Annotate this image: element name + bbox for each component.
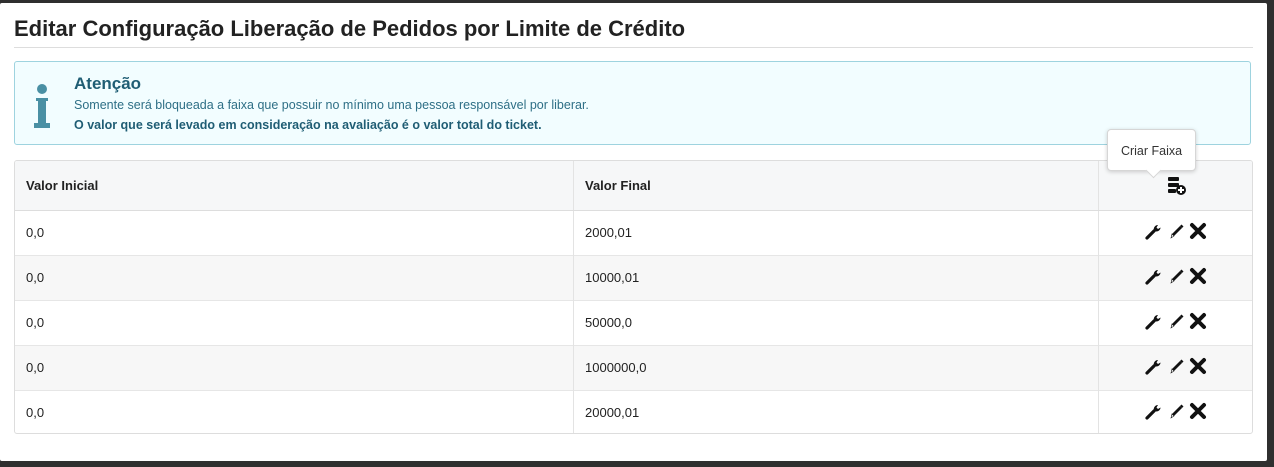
cell-valor-inicial: 0,0 [15,390,574,433]
wrench-icon[interactable] [1144,357,1163,375]
row-actions [1144,312,1207,330]
wrench-icon[interactable] [1144,222,1163,240]
cell-valor-final: 1000000,0 [573,345,1099,390]
cell-actions [1099,300,1253,345]
delete-x-icon[interactable] [1189,402,1207,420]
cell-valor-final: 20000,01 [573,390,1099,433]
info-icon [34,84,50,128]
info-alert: Atenção Somente será bloqueada a faixa q… [14,61,1251,145]
title-divider [14,47,1253,48]
row-actions [1144,267,1207,285]
header-valor-final: Valor Final [573,161,1099,211]
ranges-table: Valor Inicial Valor Final 0,0 2000,01 0,… [14,160,1253,434]
header-valor-inicial: Valor Inicial [15,161,574,211]
create-range-tooltip: Criar Faixa [1107,129,1196,171]
wrench-icon[interactable] [1144,267,1163,285]
cell-valor-inicial: 0,0 [15,345,574,390]
cell-valor-inicial: 0,0 [15,255,574,300]
cell-valor-final: 10000,01 [573,255,1099,300]
pencil-icon[interactable] [1167,267,1185,285]
row-actions [1144,402,1207,420]
table-row: 0,0 20000,01 [15,390,1253,433]
delete-x-icon[interactable] [1189,312,1207,330]
wrench-icon[interactable] [1144,402,1163,420]
alert-emphasis: O valor que será levado em consideração … [74,118,542,132]
page-title: Editar Configuração Liberação de Pedidos… [14,16,686,41]
delete-x-icon[interactable] [1189,267,1207,285]
table-header-row: Valor Inicial Valor Final [15,161,1252,211]
modal-dialog: Editar Configuração Liberação de Pedidos… [0,3,1267,461]
pencil-icon[interactable] [1167,357,1185,375]
table-row: 0,0 1000000,0 [15,345,1252,390]
cell-valor-inicial: 0,0 [15,300,574,345]
table-row: 0,0 10000,01 [15,255,1252,300]
cell-actions [1099,345,1253,390]
pencil-icon[interactable] [1167,312,1185,330]
cell-valor-final: 2000,01 [573,210,1099,255]
cell-actions [1099,390,1253,433]
cell-actions [1099,255,1253,300]
pencil-icon[interactable] [1167,222,1185,240]
create-range-icon[interactable] [1166,175,1186,196]
cell-valor-final: 50000,0 [573,300,1099,345]
table-row: 0,0 2000,01 [15,210,1252,255]
pencil-icon[interactable] [1167,402,1185,420]
alert-message: Somente será bloqueada a faixa que possu… [74,98,589,112]
wrench-icon[interactable] [1144,312,1163,330]
delete-x-icon[interactable] [1189,222,1207,240]
window-edge [1267,0,1274,467]
row-actions [1144,357,1207,375]
cell-valor-inicial: 0,0 [15,210,574,255]
alert-heading: Atenção [74,74,142,93]
delete-x-icon[interactable] [1189,357,1207,375]
row-actions [1144,222,1207,240]
cell-actions [1099,210,1253,255]
table-row: 0,0 50000,0 [15,300,1252,345]
